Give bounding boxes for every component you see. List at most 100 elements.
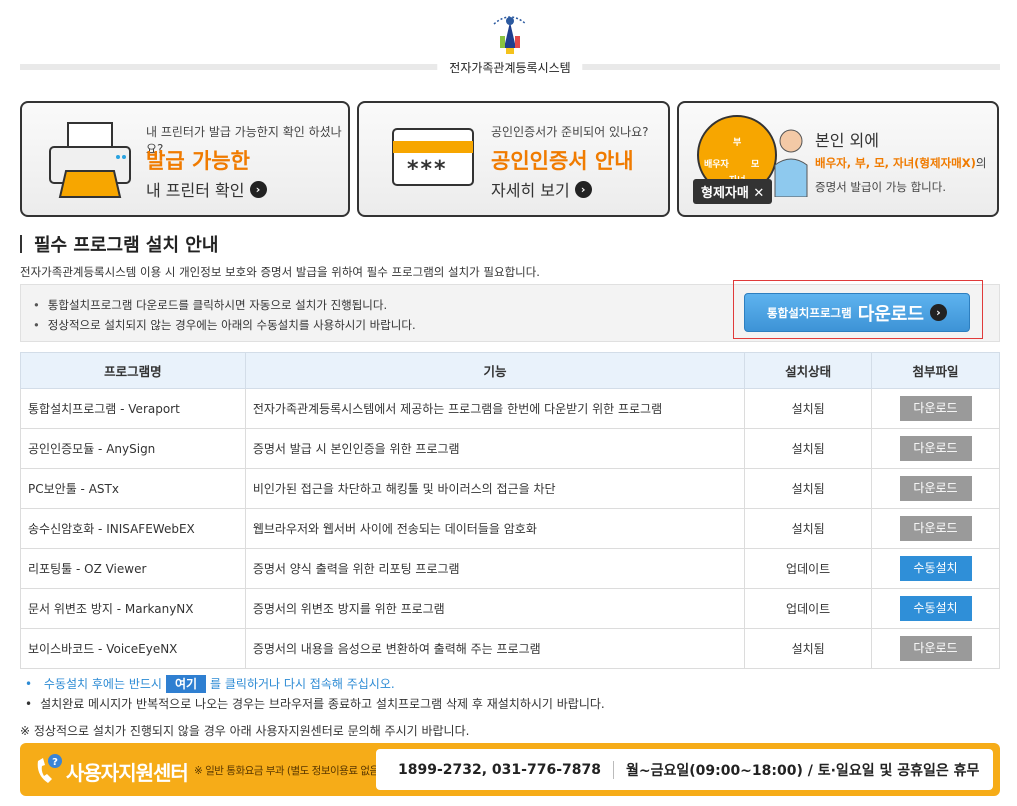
install-status-cell: 설치됨 — [744, 628, 873, 669]
attachment-cell: 수동설치 — [871, 548, 1000, 589]
integrated-download-button[interactable]: 통합설치프로그램 다운로드 › — [744, 293, 970, 332]
sibling-excluded-badge: 형제자매 ✕ — [693, 179, 773, 204]
family-banner-line1: 배우자, 부, 모, 자녀(형제자매X)의 — [815, 155, 986, 171]
family-banner-heading: 본인 외에 — [815, 131, 879, 150]
section-title-text: 필수 프로그램 설치 안내 — [34, 235, 219, 256]
attachment-cell: 다운로드 — [871, 628, 1000, 669]
download-button-small-label: 통합설치프로그램 — [767, 305, 852, 320]
family-banner-suffix: 의 — [975, 156, 987, 170]
table-row: PC보안툴 - ASTx 비인가된 접근을 차단하고 해킹툴 및 바이러스의 접근… — [20, 468, 1000, 509]
note-text: 수동설치 후에는 반드시 — [43, 677, 162, 691]
notice-item: 정상적으로 설치되지 않는 경우에는 아래의 수동설치를 사용하시기 바랍니다. — [33, 315, 416, 335]
program-function-cell: 증명서의 위변조 방지를 위한 프로그램 — [244, 588, 746, 629]
download-button[interactable]: 다운로드 — [899, 476, 972, 501]
printer-check-banner[interactable]: 내 프린터가 발급 가능한지 확인 하셨나요? 발급 가능한 내 프린터 확인 … — [20, 101, 350, 217]
support-center-bar: ? 사용자지원센터 ※ 일반 통화요금 부과 (별도 정보이용료 없음) 189… — [20, 743, 1000, 796]
table-row: 보이스바코드 - VoiceEyeNX 증명서의 내용을 음성으로 변환하여 출력… — [20, 628, 1000, 669]
program-name-cell: 리포팅툴 - OZ Viewer — [20, 548, 246, 589]
notice-item: 통합설치프로그램 다운로드를 클릭하시면 자동으로 설치가 진행됩니다. — [33, 295, 416, 315]
section-title-bar — [20, 235, 22, 253]
download-button[interactable]: 다운로드 — [899, 516, 972, 541]
manual-install-note: 수동설치 후에는 반드시여기를 클릭하거나 다시 접속해 주십시오. — [20, 674, 605, 694]
download-button[interactable]: 다운로드 — [899, 636, 972, 661]
attachment-cell: 다운로드 — [871, 428, 1000, 469]
install-status-cell: 업데이트 — [744, 588, 873, 629]
header: 전자가족관계등록시스템 — [20, 0, 1000, 80]
install-status-cell: 설치됨 — [744, 508, 873, 549]
program-function-cell: 웹브라우저와 웹서버 사이에 전송되는 데이터들을 암호화 — [244, 508, 746, 549]
download-button[interactable]: 다운로드 — [899, 436, 972, 461]
section-title: 필수 프로그램 설치 안내 — [20, 233, 219, 256]
program-table: 프로그램명 기능 설치상태 첨부파일 통합설치프로그램 - Veraport 전자… — [20, 352, 1000, 669]
table-header-row: 프로그램명 기능 설치상태 첨부파일 — [20, 352, 1000, 389]
program-function-cell: 전자가족관계등록시스템에서 제공하는 프로그램을 한번에 다운받기 위한 프로그… — [244, 388, 746, 429]
parents-icon — [774, 129, 808, 197]
divider — [612, 760, 614, 779]
support-center-subtitle: ※ 일반 통화요금 부과 (별도 정보이용료 없음) — [194, 765, 383, 777]
support-contact-panel: 1899-2732, 031-776-7878 월~금요일(09:00~18:0… — [376, 749, 993, 790]
support-center-title: 사용자지원센터 — [66, 761, 189, 785]
printer-banner-link[interactable]: 내 프린터 확인 › — [146, 177, 267, 201]
manual-install-button[interactable]: 수동설치 — [899, 596, 972, 621]
attachment-cell: 수동설치 — [871, 588, 1000, 629]
court-logo-icon — [493, 16, 527, 54]
system-name: 전자가족관계등록시스템 — [437, 59, 583, 76]
table-row: 송수신암호화 - INISAFEWebEX 웹브라우저와 웹서버 사이에 전송되는… — [20, 508, 1000, 549]
support-phone: 1899-2732, 031-776-7878 — [398, 761, 601, 778]
program-function-cell: 증명서의 내용을 음성으로 변환하여 출력해 주는 프로그램 — [244, 628, 746, 669]
printer-banner-link-label: 내 프린터 확인 — [146, 181, 245, 200]
program-name-cell: 통합설치프로그램 - Veraport — [20, 388, 246, 429]
certificate-banner-link[interactable]: 자세히 보기 › — [491, 177, 592, 201]
header-program-name: 프로그램명 — [20, 352, 246, 389]
program-name-cell: 문서 위변조 방지 - MarkanyNX — [20, 588, 246, 629]
arrow-right-icon: › — [929, 304, 947, 321]
phone-icon: ? — [37, 754, 62, 783]
table-row: 리포팅툴 - OZ Viewer 증명서 양식 출력을 위한 리포팅 프로그램 업데… — [20, 548, 1000, 589]
certificate-banner-link-label: 자세히 보기 — [491, 181, 570, 200]
header-install-status: 설치상태 — [744, 352, 873, 389]
install-status-cell: 설치됨 — [744, 468, 873, 509]
family-banner-line2: 증명서 발급이 가능 합니다. — [815, 180, 947, 194]
arrow-right-icon: › — [249, 180, 267, 198]
download-button-large-label: 다운로드 — [857, 303, 924, 325]
install-status-cell: 업데이트 — [744, 548, 873, 589]
support-hours: 월~금요일(09:00~18:00) / 토·일요일 및 공휴일은 휴무 — [625, 762, 980, 779]
svg-text:?: ? — [52, 757, 58, 768]
section-description: 전자가족관계등록시스템 이용 시 개인정보 보호와 증명서 발급을 위하여 필수… — [20, 265, 540, 279]
program-name-cell: PC보안툴 - ASTx — [20, 468, 246, 509]
certificate-password-text: *** — [407, 157, 448, 182]
program-function-cell: 증명서 발급 시 본인인증을 위한 프로그램 — [244, 428, 746, 469]
note-text: 를 클릭하거나 다시 접속해 주십시오. — [210, 677, 395, 691]
banner-row: 내 프린터가 발급 가능한지 확인 하셨나요? 발급 가능한 내 프린터 확인 … — [20, 101, 1000, 217]
program-function-cell: 증명서 양식 출력을 위한 리포팅 프로그램 — [244, 548, 746, 589]
attachment-cell: 다운로드 — [871, 468, 1000, 509]
family-certificate-banner: 배우자 부 모 자녀 형제자매 ✕ 본인 외에 배우자, 부, 모, 자녀(형제… — [677, 101, 999, 217]
certificate-banner-title: 공인인증서 안내 — [491, 149, 634, 173]
certificate-banner-question: 공인인증서가 준비되어 있나요? — [491, 125, 649, 139]
install-status-cell: 설치됨 — [744, 388, 873, 429]
printer-icon — [49, 122, 131, 198]
here-link-button[interactable]: 여기 — [165, 675, 207, 693]
attachment-cell: 다운로드 — [871, 388, 1000, 429]
table-row: 공인인증모듈 - AnySign 증명서 발급 시 본인인증을 위한 프로그램 설치… — [20, 428, 1000, 469]
header-function: 기능 — [244, 352, 746, 389]
contact-warning: ※ 정상적으로 설치가 진행되지 않을 경우 아래 사용자지원센터로 문의해 주… — [20, 724, 470, 738]
spouse-label: 배우자 — [704, 160, 729, 170]
table-row: 통합설치프로그램 - Veraport 전자가족관계등록시스템에서 제공하는 프로… — [20, 388, 1000, 429]
printer-banner-title: 발급 가능한 — [146, 149, 250, 173]
table-row: 문서 위변조 방지 - MarkanyNX 증명서의 위변조 방지를 위한 프로그… — [20, 588, 1000, 629]
arrow-right-icon: › — [574, 180, 592, 198]
manual-install-button[interactable]: 수동설치 — [899, 556, 972, 581]
header-attachment: 첨부파일 — [871, 352, 1000, 389]
program-name-cell: 송수신암호화 - INISAFEWebEX — [20, 508, 246, 549]
program-function-cell: 비인가된 접근을 차단하고 해킹툴 및 바이러스의 접근을 차단 — [244, 468, 746, 509]
bottom-notes: 수동설치 후에는 반드시여기를 클릭하거나 다시 접속해 주십시오. 설치완료 … — [20, 674, 605, 714]
certificate-info-banner[interactable]: *** 공인인증서가 준비되어 있나요? 공인인증서 안내 자세히 보기 › — [357, 101, 670, 217]
install-status-cell: 설치됨 — [744, 428, 873, 469]
attachment-cell: 다운로드 — [871, 508, 1000, 549]
download-button[interactable]: 다운로드 — [899, 396, 972, 421]
mother-label: 모 — [751, 160, 760, 170]
program-name-cell: 보이스바코드 - VoiceEyeNX — [20, 628, 246, 669]
family-banner-highlight: 배우자, 부, 모, 자녀(형제자매X) — [815, 156, 976, 170]
father-label: 부 — [733, 138, 742, 148]
